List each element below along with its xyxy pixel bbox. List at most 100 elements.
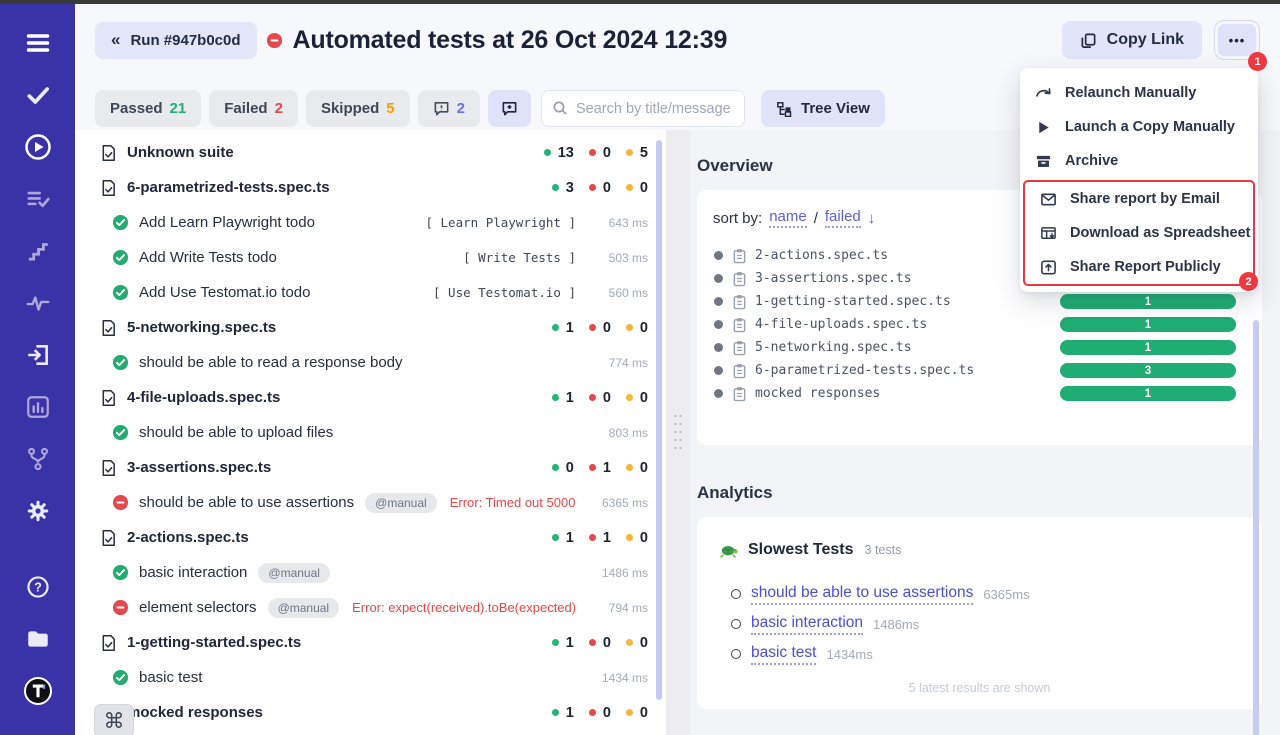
test-row[interactable]: basic interaction@manual1486 ms (75, 555, 666, 590)
suite-row[interactable]: 1-getting-started.spec.ts100 (75, 625, 666, 660)
back-to-run-button[interactable]: « Run #947b0c0d (95, 22, 257, 59)
search-icon (552, 100, 568, 121)
test-duration: 6365 ms (588, 496, 648, 510)
test-row[interactable]: should be able to upload files803 ms (75, 415, 666, 450)
suite-name: 1-getting-started.spec.ts (127, 634, 301, 651)
spec-file-name: 5-networking.spec.ts (755, 340, 912, 355)
sort-by-failed-link[interactable]: failed (825, 208, 861, 228)
sidebar-item-logo[interactable] (15, 668, 61, 714)
spec-file-row[interactable]: 4-file-uploads.spec.ts1 (711, 313, 1248, 336)
suite-row[interactable]: mocked responses100 (75, 695, 666, 730)
test-name: Add Learn Playwright todo (139, 214, 315, 231)
spec-file-row[interactable]: 1-getting-started.spec.ts1 (711, 290, 1248, 313)
play-icon (1035, 119, 1052, 136)
back-chevrons-icon: « (111, 30, 120, 50)
passed-status-icon (112, 424, 129, 441)
failed-dot (589, 639, 596, 646)
slow-test-link[interactable]: should be able to use assertions (751, 584, 973, 605)
suite-row[interactable]: 4-file-uploads.spec.ts100 (75, 380, 666, 415)
filter-passed-button[interactable]: Passed 21 (95, 90, 201, 127)
svg-text:?: ? (34, 580, 42, 594)
slow-test-row: basic test1434ms (731, 639, 1242, 669)
suite-row[interactable]: 5-networking.spec.ts100 (75, 310, 666, 345)
passed-count-bar: 3 (1060, 363, 1236, 378)
turtle-icon (719, 543, 739, 558)
spec-file-name: 1-getting-started.spec.ts (755, 294, 951, 309)
test-name: should be able to read a response body (139, 354, 403, 371)
menu-item-archive[interactable]: Archive (1020, 144, 1258, 178)
passed-dot (552, 394, 559, 401)
menu-item-share-report-publicly[interactable]: Share Report Publicly (1025, 250, 1253, 284)
suite-row[interactable]: 2-actions.spec.ts110 (75, 520, 666, 555)
test-duration: 774 ms (588, 356, 648, 370)
menu-item-relaunch-manually[interactable]: Relaunch Manually (1020, 76, 1258, 110)
test-row[interactable]: should be able to read a response body 77… (75, 345, 666, 380)
highlighted-menu-group: Share report by EmailDownload as Spreads… (1023, 180, 1255, 286)
sort-by-name-link[interactable]: name (769, 208, 807, 228)
search-input[interactable] (541, 90, 745, 127)
menu-notification-badge: 2 (1239, 272, 1258, 291)
sidebar-item-sign-in[interactable] (15, 332, 61, 378)
spec-file-row[interactable]: 5-networking.spec.ts 1 (711, 336, 1248, 359)
menu-item-download-as-spreadsheet[interactable]: Download as Spreadsheet (1025, 216, 1253, 250)
sidebar-item-pulse[interactable] (15, 280, 61, 326)
skipped-dot (626, 149, 633, 156)
sidebar-item-settings[interactable] (15, 488, 61, 534)
test-row[interactable]: basic test1434 ms (75, 660, 666, 695)
failed-status-icon (112, 494, 129, 511)
clipboard-icon (732, 248, 747, 264)
spec-file-row[interactable]: 6-parametrized-tests.spec.ts3 (711, 359, 1248, 382)
slow-test-link[interactable]: basic test (751, 644, 816, 665)
sidebar-item-bar-chart[interactable] (15, 384, 61, 430)
sidebar-item-menu[interactable] (15, 20, 61, 66)
filter-failed-button[interactable]: Failed 2 (209, 90, 298, 127)
comments-filter-button[interactable]: 2 (418, 90, 480, 127)
notification-badge: 1 (1248, 52, 1267, 71)
test-row[interactable]: Add Use Testomat.io todo[ Use Testomat.i… (75, 275, 666, 310)
bullet-icon (714, 320, 723, 329)
sidebar-item-git-branch[interactable] (15, 436, 61, 482)
slowest-tests-count: 3 tests (865, 543, 902, 557)
slow-test-link[interactable]: basic interaction (751, 614, 863, 635)
clipboard-icon (732, 340, 747, 356)
divider-drag-handle[interactable] (672, 412, 684, 452)
sidebar-item-stairs[interactable] (15, 228, 61, 274)
error-message: Error: expect(received).toBe(expected) /… (352, 600, 576, 615)
tree-view-button[interactable]: Tree View (761, 90, 885, 127)
panel-scrollbar[interactable] (1253, 320, 1259, 735)
passed-status-icon (112, 564, 129, 581)
share-icon (1040, 259, 1057, 276)
test-row[interactable]: Add Write Tests todo[ Write Tests ]503 m… (75, 240, 666, 275)
spreadsheet-icon (1040, 225, 1057, 242)
filter-skipped-button[interactable]: Skipped 5 (306, 90, 410, 127)
copy-link-button[interactable]: Copy Link (1062, 21, 1202, 59)
add-comment-button[interactable] (488, 90, 531, 127)
test-param-tag: [ Learn Playwright ] (425, 215, 576, 230)
passed-dot (552, 184, 559, 191)
suite-row[interactable]: 3-assertions.spec.ts010 (75, 450, 666, 485)
suite-row[interactable]: Unknown suite1305 (75, 135, 666, 170)
test-row[interactable]: element selectors@manualError: expect(re… (75, 590, 666, 625)
menu-item-share-report-by-email[interactable]: Share report by Email (1025, 182, 1253, 216)
suite-row[interactable]: 6-parametrized-tests.spec.ts300 (75, 170, 666, 205)
skipped-dot (626, 709, 633, 716)
failed-dot (589, 464, 596, 471)
slow-test-duration: 6365ms (983, 587, 1029, 602)
sidebar-item-check[interactable] (15, 72, 61, 118)
test-row[interactable]: should be able to use assertions@manualE… (75, 485, 666, 520)
spec-file-icon (100, 529, 117, 547)
passed-count-bar: 1 (1060, 340, 1236, 355)
filter-toolbar: Passed 21 Failed 2 Skipped 5 2 (95, 90, 885, 127)
sidebar-item-play[interactable] (15, 124, 61, 170)
sidebar-item-projects[interactable] (15, 616, 61, 662)
clipboard-icon (732, 294, 747, 310)
sidebar-item-help[interactable]: ? (15, 564, 61, 610)
manual-tag-badge: @manual (258, 563, 330, 583)
sidebar-item-list-check[interactable] (15, 176, 61, 222)
menu-item-launch-a-copy-manually[interactable]: Launch a Copy Manually (1020, 110, 1258, 144)
window-top-strip (0, 0, 1280, 4)
spec-file-row[interactable]: mocked responses1 (711, 382, 1248, 405)
circle-bullet-icon (731, 589, 741, 599)
list-scrollbar[interactable] (656, 140, 662, 700)
test-row[interactable]: Add Learn Playwright todo [ Learn Playwri… (75, 205, 666, 240)
